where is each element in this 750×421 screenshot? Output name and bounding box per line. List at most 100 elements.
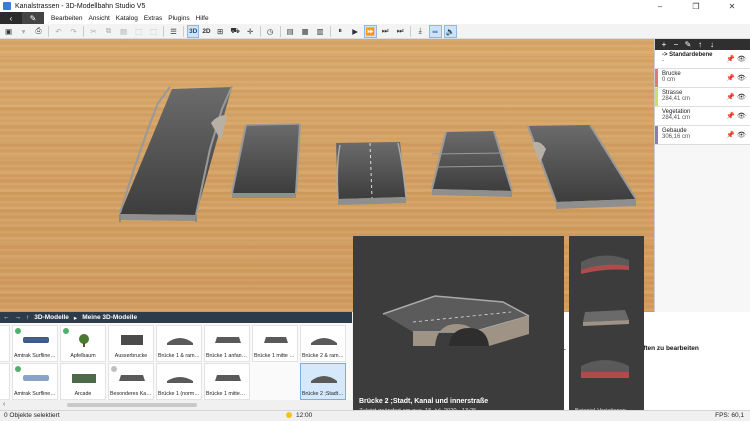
- play-icon[interactable]: ▶: [349, 25, 362, 38]
- move-up-icon[interactable]: ↑: [694, 40, 706, 49]
- layer-item[interactable]: -> Standardebene - 📌 👁: [655, 50, 750, 69]
- breadcrumb-3d-modelle[interactable]: 3D-Modelle: [34, 314, 69, 321]
- pin-icon[interactable]: 📌: [725, 93, 736, 101]
- copy-icon[interactable]: ⧉: [102, 25, 115, 38]
- menu-extras[interactable]: Extras: [141, 15, 165, 22]
- remove-layer-icon[interactable]: −: [670, 40, 682, 49]
- catalog-tile[interactable]: Brücke 2 & ramp...: [300, 325, 346, 362]
- pin-icon[interactable]: 📌: [725, 112, 736, 120]
- back-icon[interactable]: ←: [3, 314, 10, 321]
- eye-icon[interactable]: 👁: [736, 55, 747, 63]
- paste-icon[interactable]: ▤: [117, 25, 130, 38]
- skip-end-icon[interactable]: ⏭: [394, 25, 407, 38]
- bridge-thumbnail-icon: [167, 377, 193, 383]
- variant-thumbnail[interactable]: [581, 255, 629, 274]
- undo-icon[interactable]: ↶: [52, 25, 65, 38]
- move-down-icon[interactable]: ↓: [706, 40, 718, 49]
- close-button[interactable]: ✕: [714, 0, 750, 12]
- crosshair-icon[interactable]: ✛: [244, 25, 257, 38]
- catalog-tile[interactable]: Ausserbrucke: [108, 325, 154, 362]
- ungroup-icon[interactable]: ⬚: [147, 25, 160, 38]
- edit-layer-icon[interactable]: ✎: [682, 40, 694, 49]
- eye-icon[interactable]: 👁: [736, 93, 747, 101]
- catalog-tile[interactable]: Arcade: [60, 363, 106, 400]
- minimize-button[interactable]: –: [642, 0, 678, 12]
- forward-icon[interactable]: →: [15, 314, 22, 321]
- document-icon[interactable]: ▤: [284, 25, 297, 38]
- variant-thumbnail[interactable]: [581, 360, 629, 378]
- sun-icon: [286, 412, 292, 418]
- clock-icon[interactable]: ◷: [264, 25, 277, 38]
- add-layer-icon[interactable]: +: [658, 40, 670, 49]
- bridge-thumbnail-icon: [215, 337, 241, 343]
- catalog-tile[interactable]: Brücke 1 (normal...: [156, 363, 202, 400]
- tile-label: Brücke 1 anfang ...: [206, 353, 248, 359]
- simulation-clock[interactable]: 12:00: [286, 412, 312, 419]
- back-arrow-icon[interactable]: ‹: [0, 12, 22, 24]
- catalog-tile[interactable]: Besonderes Kass...: [108, 363, 154, 400]
- track-icon[interactable]: ═: [428, 24, 442, 38]
- print-icon[interactable]: ⎙: [32, 25, 45, 38]
- catalog-scrollbar[interactable]: ‹: [0, 400, 352, 410]
- pin-icon[interactable]: 📌: [725, 131, 736, 139]
- eye-icon[interactable]: 👁: [736, 74, 747, 82]
- catalog-tile[interactable]: Brücke 1 mitte & ...: [252, 325, 298, 362]
- redo-icon[interactable]: ↷: [67, 25, 80, 38]
- info-fragment: .: [564, 345, 566, 352]
- bridge-model[interactable]: [119, 85, 233, 222]
- layer-item[interactable]: Vegetation 284,41 cm 📌 👁: [655, 107, 750, 126]
- grid-icon[interactable]: ⊞: [214, 25, 227, 38]
- menu-bearbeiten[interactable]: Bearbeiten: [48, 15, 85, 22]
- catalog-tile[interactable]: Amtrak Surfliner ...: [12, 325, 58, 362]
- view-3d-button[interactable]: 3D: [187, 24, 200, 38]
- layer-item[interactable]: Gebaude 306,16 cm 📌 👁: [655, 126, 750, 145]
- properties-icon[interactable]: ▦: [299, 25, 312, 38]
- maximize-button[interactable]: ❐: [678, 0, 714, 12]
- view-2d-button[interactable]: 2D: [201, 25, 211, 38]
- menu-ansicht[interactable]: Ansicht: [85, 15, 112, 22]
- download-icon[interactable]: ⤓: [414, 25, 427, 38]
- menu-katalog[interactable]: Katalog: [113, 15, 141, 22]
- fast-forward-icon[interactable]: ⏩: [363, 24, 377, 38]
- bridge-model[interactable]: [231, 123, 301, 198]
- pin-icon[interactable]: 📌: [725, 74, 736, 82]
- up-icon[interactable]: ↑: [26, 314, 29, 321]
- layers-icon[interactable]: ▥: [314, 25, 327, 38]
- bridge-model[interactable]: [336, 142, 407, 205]
- catalog-tile[interactable]: Brücke 1 & ramp...: [156, 325, 202, 362]
- eye-icon[interactable]: 👁: [736, 112, 747, 120]
- list-icon[interactable]: ☰: [167, 25, 180, 38]
- app-window: Kanalstrassen - 3D-Modellbahn Studio V5 …: [0, 0, 750, 421]
- scrollbar-thumb[interactable]: [67, 403, 197, 407]
- catalog-tile[interactable]: Amtrak Surfliner ...: [12, 363, 58, 400]
- bridge-model[interactable]: [431, 130, 513, 197]
- breadcrumb-meine-3d-modelle[interactable]: Meine 3D-Modelle: [82, 314, 137, 321]
- faster-icon[interactable]: ⏭: [379, 25, 392, 38]
- save-icon[interactable]: ▣: [2, 25, 15, 38]
- catalog-tile[interactable]: Brücke 1 mitten (...: [204, 363, 250, 400]
- catalog-tile-selected[interactable]: Brücke 2 ;Stadt, ...: [300, 363, 346, 400]
- save-dropdown-icon[interactable]: ▾: [17, 25, 30, 38]
- sound-icon[interactable]: 🔈: [443, 24, 457, 38]
- group-icon[interactable]: ⬚: [132, 25, 145, 38]
- catalog-tile[interactable]: [0, 325, 10, 362]
- bridge-model[interactable]: [527, 124, 637, 209]
- menu-hilfe[interactable]: Hilfe: [193, 15, 212, 22]
- pin-icon[interactable]: 📌: [725, 55, 736, 63]
- variant-thumbnails: [581, 255, 629, 378]
- menu-plugins[interactable]: Plugins: [165, 15, 192, 22]
- eye-icon[interactable]: 👁: [736, 131, 747, 139]
- train-icon[interactable]: ⛟: [229, 25, 242, 38]
- layer-item[interactable]: Strasse 284,41 cm 📌 👁: [655, 88, 750, 107]
- pause-icon[interactable]: ⏸: [334, 25, 347, 38]
- pencil-icon[interactable]: ✎: [22, 12, 44, 24]
- bridge-thumbnail-icon: [311, 338, 337, 345]
- catalog-tile[interactable]: Brücke 1 anfang ...: [204, 325, 250, 362]
- scroll-left-icon[interactable]: ‹: [3, 401, 5, 408]
- catalog-tile[interactable]: Apfelbaum: [60, 325, 106, 362]
- layer-item[interactable]: Brucke 0 cm 📌 👁: [655, 69, 750, 88]
- catalog-tile[interactable]: [0, 363, 10, 400]
- model-preview-popup: Brücke 2 ;Stadt, Kanal und innerstraße Z…: [353, 236, 564, 421]
- cut-icon[interactable]: ✂: [87, 25, 100, 38]
- variant-thumbnail[interactable]: [583, 310, 629, 326]
